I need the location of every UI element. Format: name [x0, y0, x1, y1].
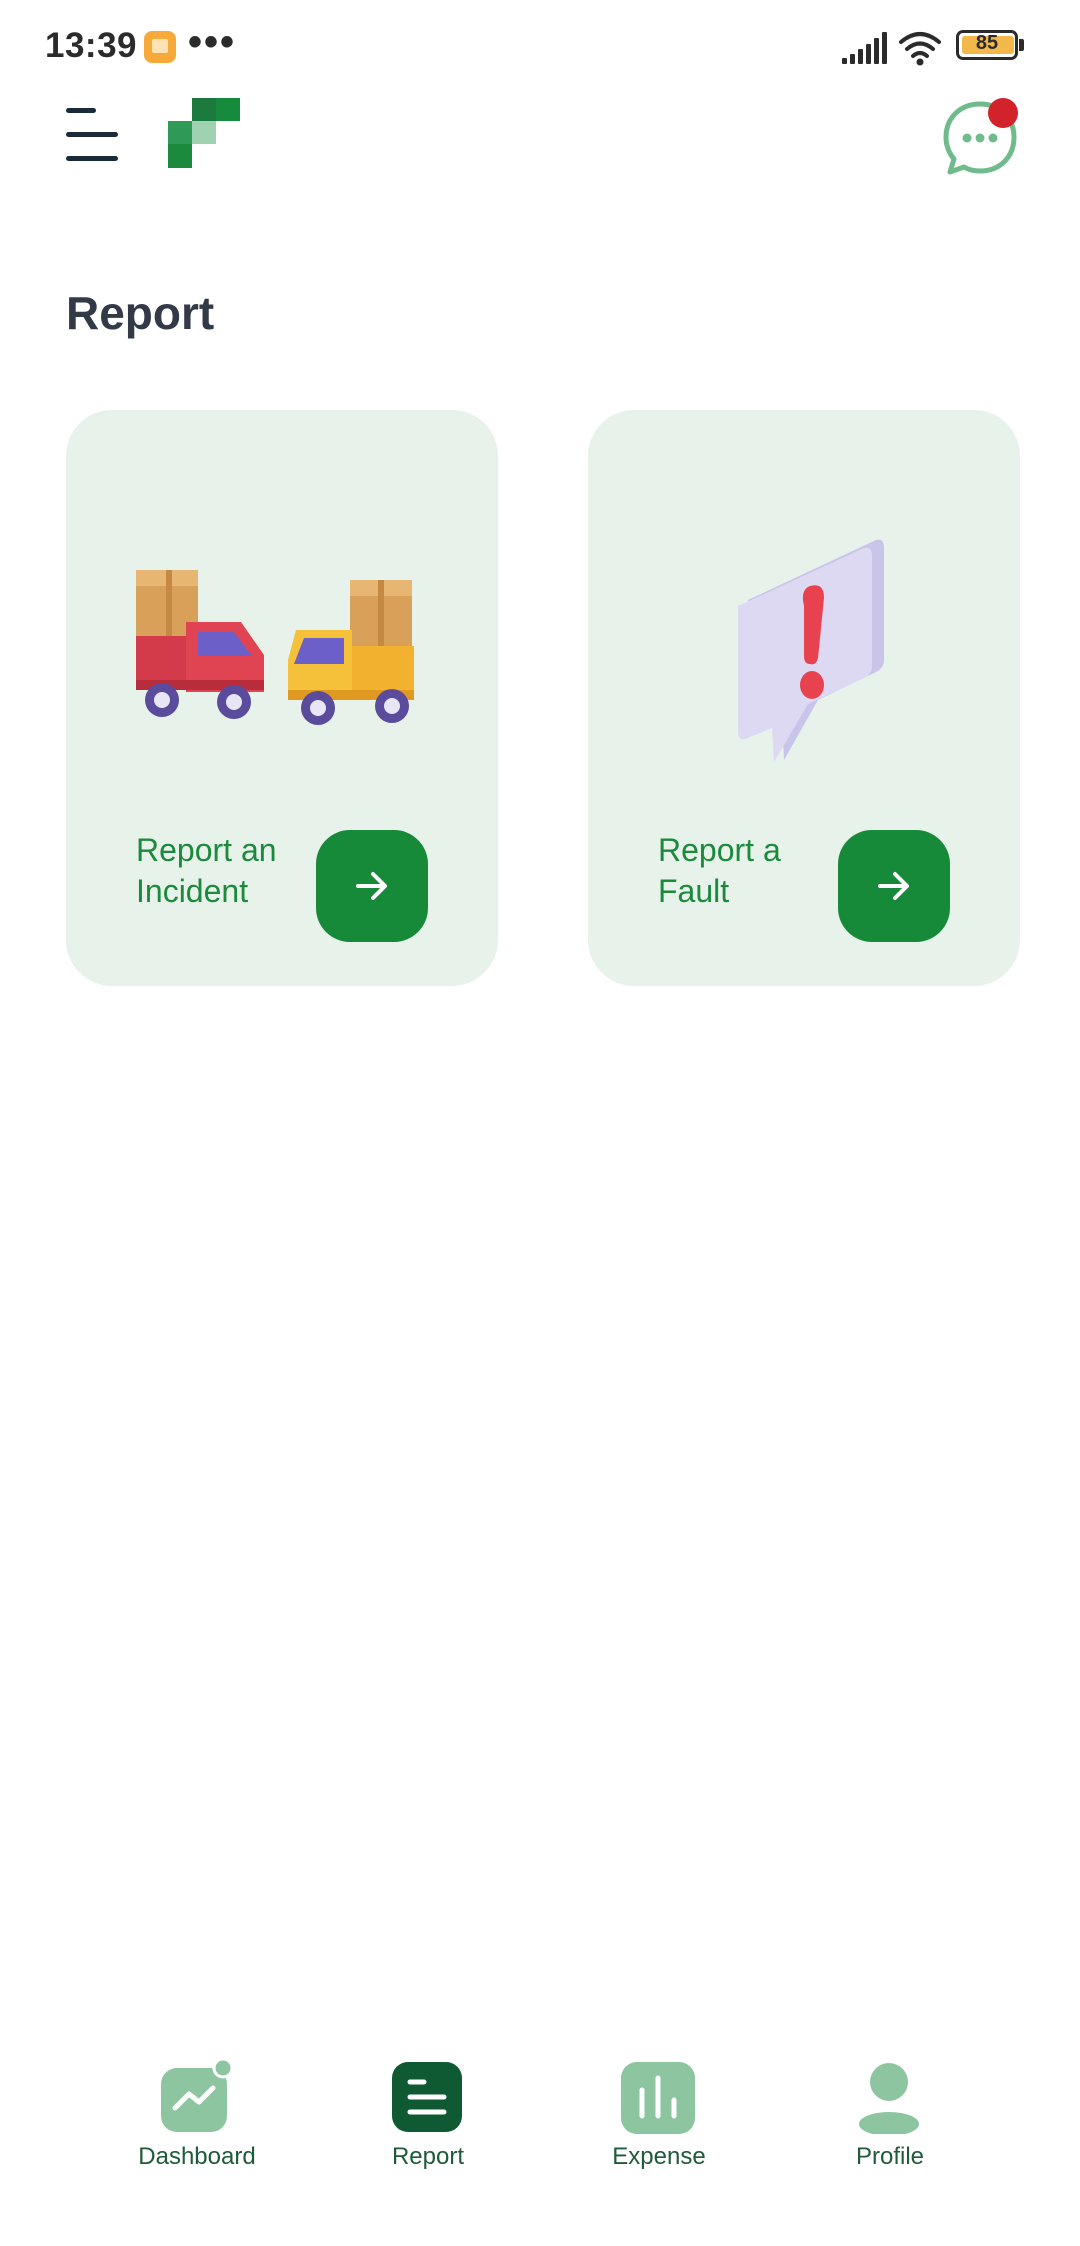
menu-icon-line — [66, 156, 118, 161]
report-fault-label: Report a Fault — [658, 832, 781, 909]
nav-item-expense[interactable]: Expense — [559, 2040, 759, 2190]
report-icon — [392, 2062, 462, 2132]
gallery-notification-icon — [144, 31, 176, 63]
delivery-trucks-illustration — [136, 570, 414, 725]
signal-icon — [842, 32, 887, 64]
bottom-navigation: Dashboard Report Expense Profile — [0, 2040, 1080, 2246]
status-bar: 13:39 ••• 85 — [0, 0, 1080, 96]
app-logo[interactable] — [168, 98, 240, 168]
menu-icon — [66, 108, 96, 113]
report-incident-card[interactable]: Report an Incident — [66, 410, 498, 986]
arrow-right-icon — [878, 872, 909, 900]
nav-item-report[interactable]: Report — [328, 2040, 528, 2190]
nav-label-profile: Profile — [855, 2143, 925, 2170]
battery-icon: 85 — [956, 30, 1026, 64]
report-fault-card[interactable]: Report a Fault — [588, 410, 1020, 986]
nav-label-dashboard: Dashboard — [138, 2143, 256, 2170]
status-time: 13:39 — [45, 26, 138, 65]
alert-bubble-illustration — [738, 539, 884, 762]
nav-item-profile[interactable]: Profile — [790, 2040, 990, 2190]
page-title: Report — [66, 287, 215, 339]
profile-icon — [859, 2063, 919, 2134]
wifi-icon — [899, 32, 941, 66]
menu-button[interactable] — [60, 100, 128, 168]
menu-icon-line — [66, 132, 118, 137]
dashboard-icon — [161, 2060, 233, 2132]
notification-badge — [988, 98, 1018, 128]
nav-label-report: Report — [391, 2143, 465, 2170]
report-incident-button[interactable] — [316, 830, 428, 942]
nav-label-expense: Expense — [612, 2143, 706, 2170]
expense-icon — [621, 2062, 695, 2134]
nav-item-dashboard[interactable]: Dashboard — [97, 2040, 297, 2190]
battery-level: 85 — [975, 32, 999, 54]
report-incident-label: Report an Incident — [136, 832, 277, 909]
report-fault-button[interactable] — [838, 830, 950, 942]
more-notifications-icon: ••• — [188, 20, 237, 64]
arrow-right-icon — [356, 872, 387, 900]
